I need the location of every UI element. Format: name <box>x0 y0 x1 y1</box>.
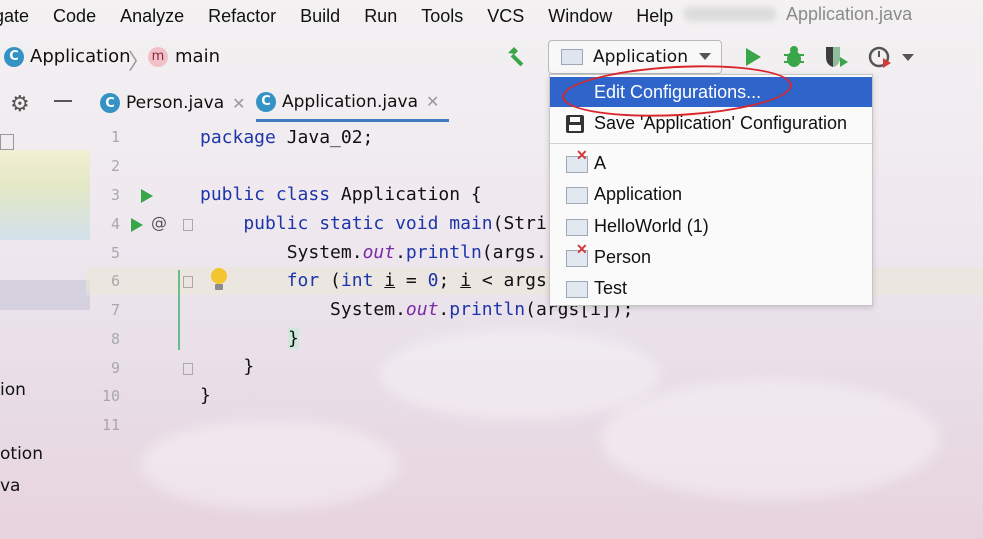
tab-label: Application.java <box>282 91 419 112</box>
class-icon: C <box>4 46 24 67</box>
application-config-icon <box>566 187 588 204</box>
line-number: 4 <box>110 215 120 233</box>
application-config-icon <box>566 219 588 236</box>
code-line-8: } <box>288 328 299 349</box>
line-number: 2 <box>110 157 120 175</box>
code-line-4: public static void main(Stri <box>200 213 547 234</box>
line-number: 6 <box>110 272 120 290</box>
settings-gear-icon[interactable]: ⚙ <box>10 92 30 117</box>
tree-item-label[interactable]: va <box>0 476 20 496</box>
run-configuration-label: Application <box>593 47 688 67</box>
application-config-icon <box>561 49 583 65</box>
menu-window[interactable]: Window <box>536 6 624 27</box>
breadcrumb-class[interactable]: C Application <box>4 46 131 67</box>
config-item-test[interactable]: Test <box>550 273 872 303</box>
line-number: 7 <box>110 301 120 319</box>
close-icon[interactable]: ✕ <box>426 92 439 111</box>
code-line-3: public class Application { <box>200 184 482 205</box>
tab-label: Person.java <box>126 93 225 113</box>
menu-run[interactable]: Run <box>352 6 409 27</box>
code-line-6: for (int i = 0; i < args <box>200 270 547 291</box>
project-panel: ⚙ ion otion va <box>0 84 86 539</box>
config-item-a[interactable]: A <box>550 147 872 178</box>
run-main-gutter-icon[interactable] <box>130 217 144 237</box>
menu-bar: gate Code Analyze Refactor Build Run Too… <box>0 0 983 32</box>
fold-marker-icon[interactable] <box>183 276 193 288</box>
override-at-icon[interactable]: @ <box>151 213 167 232</box>
config-item-helloworld[interactable]: HelloWorld (1) <box>550 211 872 241</box>
hide-panel-icon[interactable] <box>54 100 72 102</box>
tree-item-label[interactable]: otion <box>0 444 43 464</box>
panel-tree-icon <box>0 134 14 150</box>
breadcrumb-method-label: main <box>175 46 220 67</box>
menu-build[interactable]: Build <box>288 6 352 27</box>
line-number: 10 <box>101 387 120 405</box>
menu-separator <box>550 143 872 144</box>
close-icon[interactable]: ✕ <box>232 94 245 113</box>
menu-refactor[interactable]: Refactor <box>196 6 288 27</box>
tree-item-label[interactable]: ion <box>0 380 26 400</box>
run-class-gutter-icon[interactable] <box>140 188 154 208</box>
config-item-person[interactable]: Person <box>550 241 872 272</box>
build-hammer-icon[interactable] <box>504 44 530 70</box>
profiler-icon[interactable] <box>866 44 896 70</box>
tab-person-java[interactable]: C Person.java ✕ <box>100 84 246 122</box>
line-number: 9 <box>110 359 120 377</box>
code-line-9: } <box>200 356 255 377</box>
application-config-icon <box>566 281 588 298</box>
code-line-5: System.out.println(args. <box>200 242 547 263</box>
code-line-10: } <box>200 385 211 406</box>
more-run-options-chevron-icon[interactable] <box>900 50 916 64</box>
menu-code[interactable]: Code <box>41 6 108 27</box>
method-icon: m <box>148 46 168 67</box>
line-number: 5 <box>110 244 120 262</box>
save-icon <box>566 115 584 133</box>
debug-bug-icon[interactable] <box>782 44 806 70</box>
menu-tools[interactable]: Tools <box>409 6 475 27</box>
tab-application-java[interactable]: C Application.java ✕ <box>256 84 450 122</box>
blurred-project-name <box>684 7 776 21</box>
run-icon[interactable] <box>742 46 764 68</box>
breadcrumb-class-label: Application <box>30 46 131 67</box>
breadcrumb-separator-icon: 〉 <box>128 50 151 75</box>
menu-vcs[interactable]: VCS <box>475 6 536 27</box>
line-number: 11 <box>101 416 120 434</box>
menu-help[interactable]: Help <box>624 6 685 27</box>
line-number: 8 <box>110 330 120 348</box>
breadcrumb-method[interactable]: m main <box>148 46 220 67</box>
menu-analyze[interactable]: Analyze <box>108 6 196 27</box>
coverage-shield-icon[interactable] <box>822 44 850 70</box>
vcs-change-marker <box>178 270 180 350</box>
line-number: 3 <box>110 186 120 204</box>
class-icon: C <box>256 91 276 112</box>
line-number: 1 <box>110 128 120 146</box>
chevron-down-icon <box>699 53 711 60</box>
fold-marker-icon[interactable] <box>183 219 193 231</box>
config-error-icon <box>566 147 588 173</box>
class-icon: C <box>100 93 120 113</box>
config-error-icon <box>566 241 588 267</box>
fold-marker-icon[interactable] <box>183 363 193 375</box>
config-item-application[interactable]: Application <box>550 179 872 209</box>
code-line-1: package Java_02; <box>200 127 374 148</box>
window-title: Application.java <box>786 4 913 24</box>
menu-navigate[interactable]: gate <box>0 6 41 27</box>
